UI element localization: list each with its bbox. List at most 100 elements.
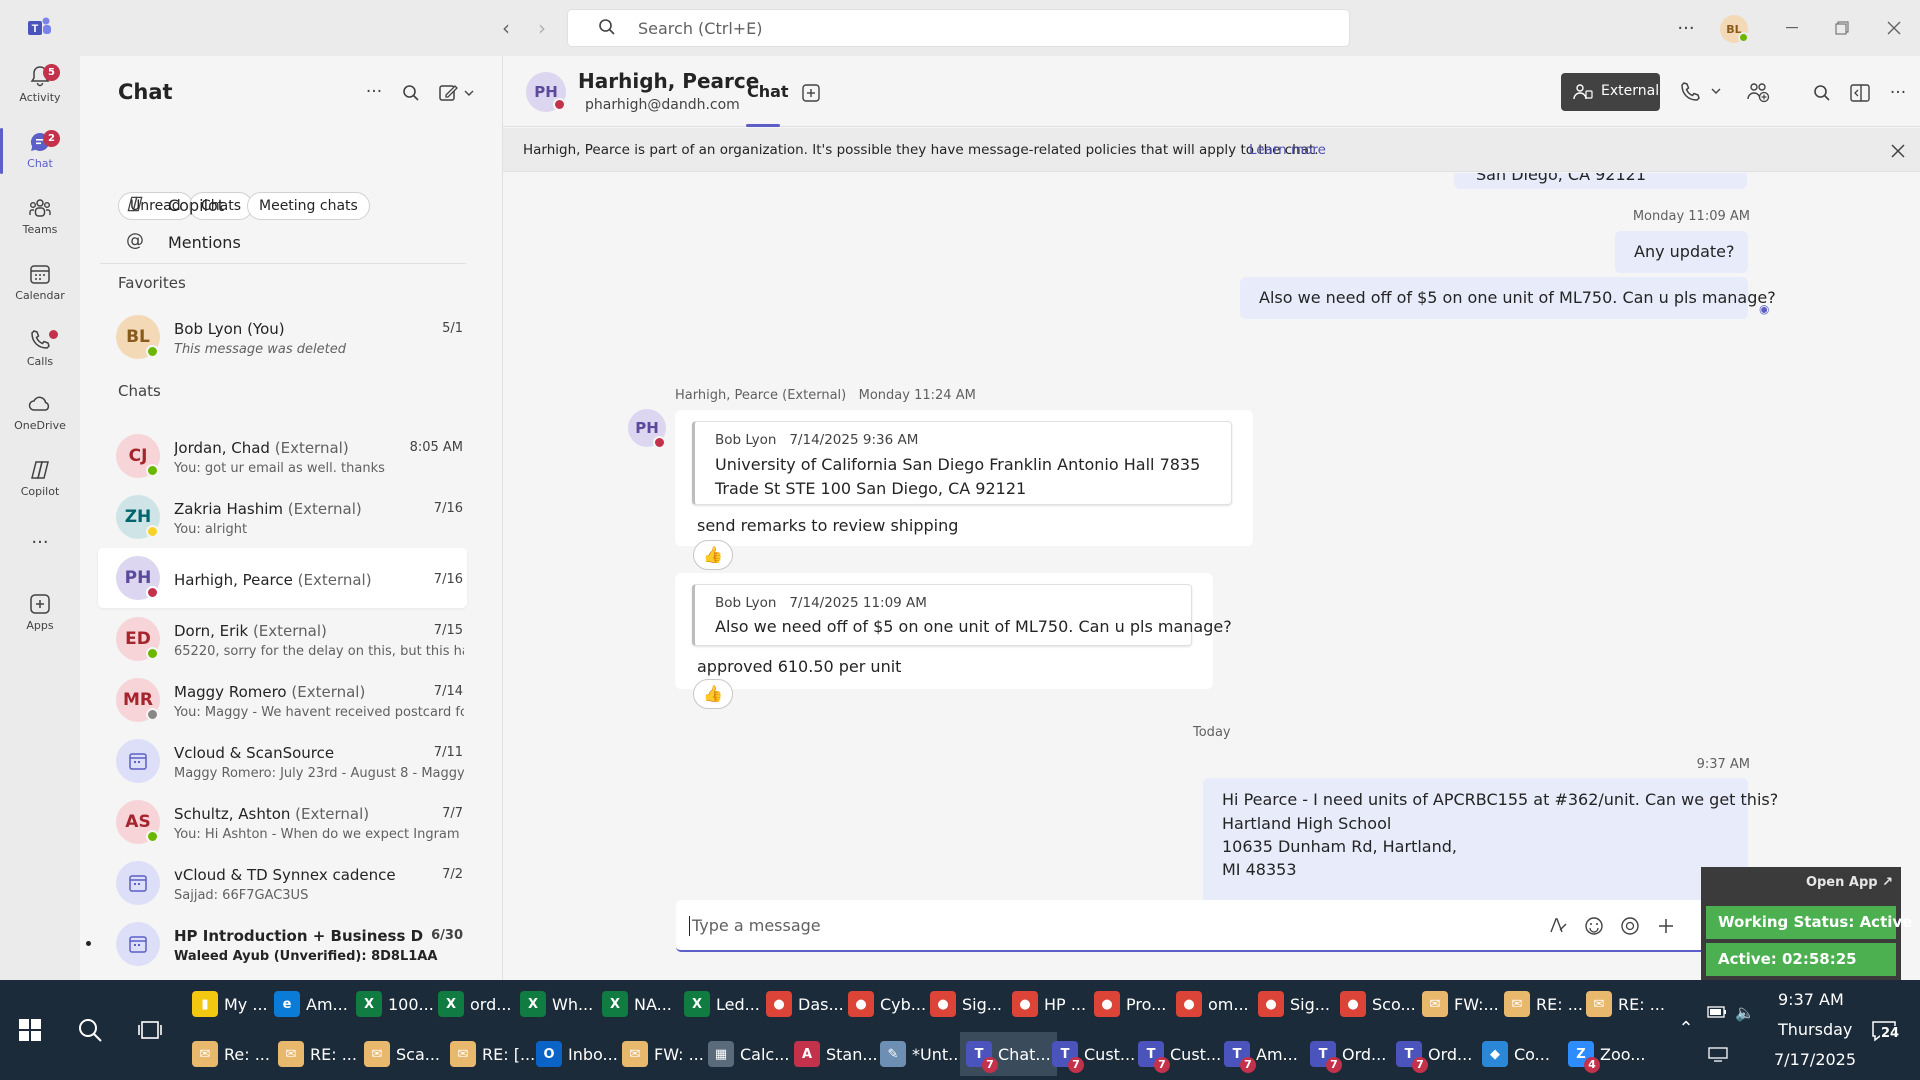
taskbar-app-button[interactable]: ◆ Co... bbox=[1482, 1032, 1550, 1076]
quoted-message[interactable]: Bob Lyon 7/14/2025 9:36 AM University of… bbox=[692, 421, 1232, 505]
taskbar-app-button[interactable]: ✉ RE: [... bbox=[450, 1032, 535, 1076]
notification-center-icon[interactable]: 24 bbox=[1866, 1016, 1902, 1046]
thumbs-up-reaction[interactable]: 👍 bbox=[693, 540, 733, 570]
volume-icon[interactable]: 🔈 bbox=[1733, 1000, 1757, 1024]
chat-list-item[interactable]: AS Schultz, Ashton (External) You: Hi Asht… bbox=[98, 792, 467, 852]
taskbar-app-button[interactable]: ● Sco... bbox=[1340, 982, 1416, 1026]
taskbar-app-button[interactable]: ● HP ... bbox=[1012, 982, 1086, 1026]
close-window-icon[interactable] bbox=[1880, 14, 1908, 42]
taskbar-app-button[interactable]: T 7 Ord... bbox=[1396, 1032, 1472, 1076]
more-apps-icon[interactable]: ··· bbox=[26, 530, 54, 554]
task-view-icon[interactable] bbox=[130, 1010, 170, 1050]
taskbar-app-button[interactable]: ● Sig... bbox=[1258, 982, 1330, 1026]
show-hidden-icons-chevron[interactable]: ⌃ bbox=[1672, 1014, 1700, 1042]
taskbar-app-button[interactable]: ▦ Calc... bbox=[708, 1032, 789, 1076]
taskbar-app-button[interactable]: A Stan... bbox=[794, 1032, 878, 1076]
mentions-item[interactable]: @ Mentions bbox=[100, 225, 460, 259]
taskbar-app-button[interactable]: X 100... bbox=[356, 982, 434, 1026]
taskbar-app-button[interactable]: X NA... bbox=[602, 982, 672, 1026]
message-ml750-request[interactable]: Also we need off of $5 on one unit of ML… bbox=[1240, 277, 1776, 319]
battery-icon[interactable] bbox=[1705, 1000, 1729, 1024]
new-chat-icon[interactable] bbox=[436, 80, 480, 106]
add-people-icon[interactable] bbox=[1743, 78, 1773, 106]
clock-day[interactable]: Thursday bbox=[1778, 1020, 1852, 1039]
windows-start-icon[interactable] bbox=[10, 1010, 50, 1050]
taskbar-app-button[interactable]: ✎ *Unt... bbox=[880, 1032, 963, 1076]
message-shipping[interactable]: Bob Lyon 7/14/2025 9:36 AM University of… bbox=[675, 410, 1253, 546]
copilot-item[interactable]: Copilot bbox=[100, 188, 460, 222]
taskbar-app-button[interactable]: ● om... bbox=[1176, 982, 1249, 1026]
more-options-icon[interactable]: ··· bbox=[1672, 14, 1700, 42]
message-any-update[interactable]: Any update? bbox=[1615, 231, 1748, 273]
chat-more-icon[interactable]: ··· bbox=[360, 78, 388, 106]
close-banner-icon[interactable] bbox=[1887, 140, 1909, 162]
rail-chat[interactable]: Chat 2 bbox=[0, 124, 80, 186]
chat-list-item[interactable]: PH Harhigh, Pearce (External) 7/16 bbox=[98, 548, 467, 608]
quoted-message[interactable]: Bob Lyon 7/14/2025 11:09 AM Also we need… bbox=[692, 584, 1232, 646]
chat-list-item[interactable]: HP Introduction + Business Dis... Waleed … bbox=[86, 914, 467, 974]
taskbar-app-button[interactable]: ✉ Re: ... bbox=[192, 1032, 270, 1076]
taskbar-app-button[interactable]: X Led... bbox=[684, 982, 760, 1026]
taskbar-app-button[interactable]: e Am... bbox=[274, 982, 348, 1026]
message-partial[interactable]: San Diego, CA 92121 bbox=[1454, 173, 1747, 189]
maximize-icon[interactable] bbox=[1828, 14, 1856, 42]
loop-icon[interactable] bbox=[1618, 914, 1642, 938]
taskbar-app-button[interactable]: X Wh... bbox=[520, 982, 593, 1026]
rail-activity[interactable]: Activity 5 bbox=[0, 58, 80, 120]
popout-icon[interactable] bbox=[1847, 80, 1873, 106]
taskbar-app-button[interactable]: ● Pro... bbox=[1094, 982, 1166, 1026]
minimize-icon[interactable] bbox=[1778, 14, 1806, 42]
back-arrow-icon[interactable]: ‹ bbox=[494, 16, 518, 40]
compose-box[interactable]: Type a message bbox=[676, 900, 1741, 952]
conversation-search-icon[interactable] bbox=[1809, 80, 1835, 106]
search-box[interactable]: Search (Ctrl+E) bbox=[567, 9, 1350, 47]
add-tab-icon[interactable] bbox=[799, 81, 823, 105]
clock-time[interactable]: 9:37 AM bbox=[1778, 990, 1844, 1009]
header-more-icon[interactable]: ··· bbox=[1885, 80, 1911, 106]
chat-list-item[interactable]: vCloud & TD Synnex cadence Sajjad: 66F7GA… bbox=[98, 853, 467, 913]
taskbar-app-button[interactable]: ✉ FW: ... bbox=[622, 1032, 704, 1076]
rail-teams[interactable]: Teams bbox=[0, 190, 80, 252]
taskbar-app-button[interactable]: O Inbo... bbox=[536, 1032, 618, 1076]
open-app-button[interactable]: Open App ↗ bbox=[1806, 875, 1893, 890]
chat-list-item[interactable]: ED Dorn, Erik (External) 65220, sorry for … bbox=[98, 609, 467, 669]
chat-list-item[interactable]: Vcloud & ScanSource Maggy Romero: July 23… bbox=[98, 731, 467, 791]
network-icon[interactable] bbox=[1706, 1042, 1730, 1066]
taskbar-app-button[interactable]: T 7 Cust... bbox=[1138, 1032, 1221, 1076]
chat-list-item[interactable]: MR Maggy Romero (External) You: Maggy - We… bbox=[98, 670, 467, 730]
taskbar-app-button[interactable]: ● Sig... bbox=[930, 982, 1002, 1026]
chat-list-item[interactable]: ZH Zakria Hashim (External) You: alright 7/… bbox=[98, 487, 467, 547]
chat-search-icon[interactable] bbox=[398, 80, 424, 106]
taskbar-app-button[interactable]: ✉ Sca... bbox=[364, 1032, 440, 1076]
learn-more-link[interactable]: Learn more bbox=[1249, 142, 1326, 158]
rail-calendar[interactable]: Calendar bbox=[0, 256, 80, 318]
clock-date[interactable]: 7/17/2025 bbox=[1774, 1050, 1856, 1069]
thumbs-up-reaction[interactable]: 👍 bbox=[693, 679, 733, 709]
taskbar-app-button[interactable]: ▮ My ... bbox=[192, 982, 268, 1026]
format-icon[interactable] bbox=[1546, 914, 1570, 938]
message-approved[interactable]: Bob Lyon 7/14/2025 11:09 AM Also we need… bbox=[675, 573, 1232, 689]
external-badge[interactable]: External bbox=[1561, 73, 1660, 111]
taskbar-app-button[interactable]: T 7 Ord... bbox=[1310, 1032, 1386, 1076]
chat-list-item[interactable]: CJ Jordan, Chad (External) You: got ur ema… bbox=[98, 426, 467, 486]
attach-plus-icon[interactable] bbox=[1654, 914, 1678, 938]
taskbar-app-button[interactable]: T 7 Cust... bbox=[1052, 1032, 1135, 1076]
rail-copilot[interactable]: Copilot bbox=[0, 452, 80, 514]
taskbar-app-button[interactable]: ● Das... bbox=[766, 982, 844, 1026]
forward-arrow-icon[interactable]: › bbox=[530, 16, 554, 40]
taskbar-app-button[interactable]: T 7 Chat... bbox=[960, 1032, 1057, 1076]
taskbar-app-button[interactable]: ✉ FW:... bbox=[1422, 982, 1499, 1026]
taskbar-app-button[interactable]: ✉ RE: ... bbox=[278, 1032, 357, 1076]
message-apcrbc155[interactable]: Hi Pearce - I need units of APCRBC155 at… bbox=[1203, 778, 1778, 903]
favorite-chat-item[interactable]: BL Bob Lyon (You) This message was deleted… bbox=[98, 307, 467, 367]
rail-onedrive[interactable]: OneDrive bbox=[0, 386, 80, 448]
taskbar-app-button[interactable]: T 7 Am... bbox=[1224, 1032, 1298, 1076]
taskbar-app-button[interactable]: Z 4 Zoo... bbox=[1568, 1032, 1646, 1076]
call-icon[interactable] bbox=[1678, 78, 1728, 106]
taskbar-app-button[interactable]: ✉ RE: ... bbox=[1504, 982, 1583, 1026]
rail-apps[interactable]: Apps bbox=[0, 586, 80, 648]
taskbar-search-icon[interactable] bbox=[70, 1010, 110, 1050]
rail-calls[interactable]: Calls bbox=[0, 322, 80, 384]
taskbar-app-button[interactable]: ✉ RE: ... bbox=[1586, 982, 1665, 1026]
emoji-icon[interactable] bbox=[1582, 914, 1606, 938]
